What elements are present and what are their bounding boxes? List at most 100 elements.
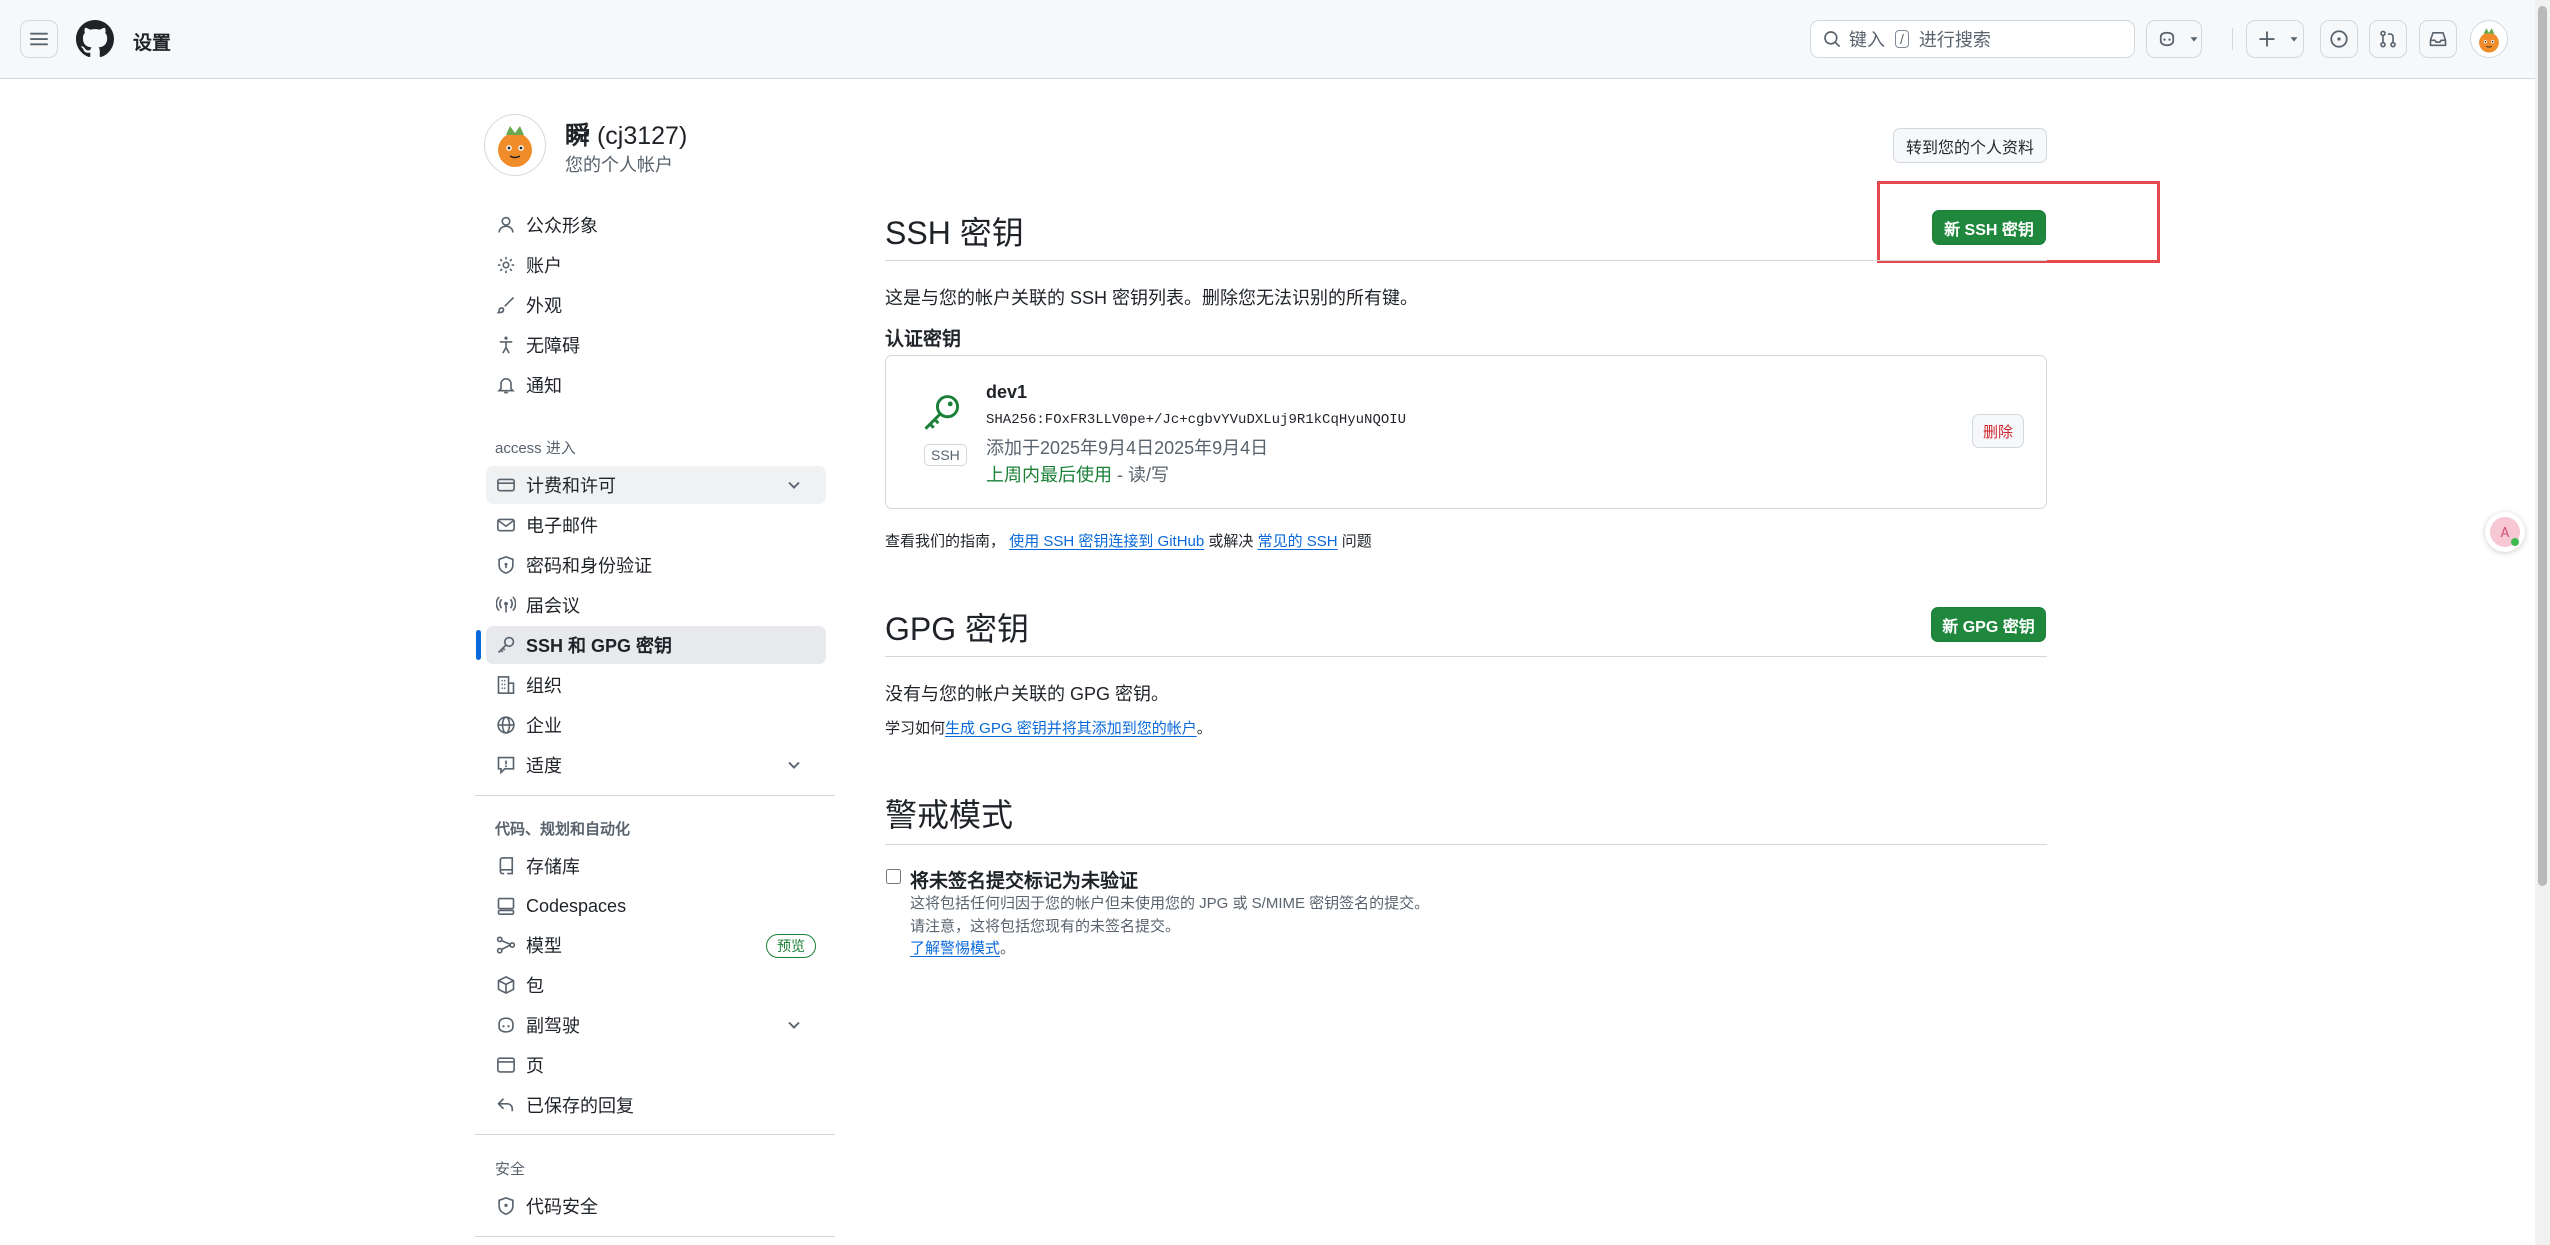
- copilot-icon: [2159, 31, 2175, 47]
- menu-button[interactable]: [20, 20, 58, 58]
- sidebar-item-repositories[interactable]: 存储库: [486, 847, 826, 885]
- guide-connect-ssh-link[interactable]: 使用 SSH 密钥连接到 GitHub: [1009, 533, 1204, 550]
- global-header: 设置 键入 / 进行搜索: [0, 0, 2535, 79]
- chevron-down-icon: [2290, 37, 2298, 42]
- search-icon: [1824, 31, 1840, 47]
- github-logo-icon[interactable]: [76, 20, 114, 58]
- sidebar-divider: [475, 1134, 835, 1135]
- ssh-key-access: - 读/写: [1112, 465, 1169, 485]
- sidebar-item-copilot[interactable]: 副驾驶: [486, 1006, 826, 1044]
- issue-opened-icon: [2330, 30, 2348, 48]
- gpg-learn-text: 学习如何生成 GPG 密钥并将其添加到您的帐户。: [885, 717, 1212, 738]
- ssh-key-last-used: 上周内最后使用: [986, 465, 1112, 485]
- ssh-key-fingerprint: SHA256:FOxFR3LLV0pe+/Jc+cgbvYVuDXLuj9R1k…: [986, 412, 1407, 428]
- header-divider: [2232, 28, 2233, 50]
- ssh-guide-text: 查看我们的指南， 使用 SSH 密钥连接到 GitHub 或解决 常见的 SSH…: [885, 530, 1372, 551]
- codespaces-icon: [497, 897, 515, 915]
- profile-name: 瞬 (cj3127): [565, 116, 687, 152]
- sidebar-item-pages[interactable]: 页: [486, 1046, 826, 1084]
- sidebar-item-label: 外观: [526, 296, 562, 316]
- guide-middle: 或解决: [1208, 533, 1254, 550]
- sidebar-item-saved-replies[interactable]: 已保存的回复: [486, 1086, 826, 1124]
- preview-badge: 预览: [766, 934, 816, 958]
- globe-icon: [497, 716, 515, 734]
- sidebar-item-code-security[interactable]: 代码安全: [486, 1187, 826, 1225]
- new-gpg-key-button[interactable]: 新 GPG 密钥: [1931, 607, 2046, 642]
- sidebar-item-label: 存储库: [526, 857, 580, 877]
- page-scrollbar[interactable]: [2535, 0, 2550, 1245]
- user-avatar-icon[interactable]: [2470, 20, 2508, 58]
- sidebar-item-billing[interactable]: 计费和许可: [486, 466, 826, 504]
- pull-requests-button[interactable]: [2369, 20, 2407, 58]
- copilot-button[interactable]: [2146, 20, 2202, 58]
- section-divider: [885, 656, 2047, 657]
- browser-icon: [497, 1057, 515, 1073]
- sidebar-item-label: 企业: [526, 716, 562, 736]
- git-pull-request-icon: [2380, 30, 2396, 48]
- vigilant-help-1: 这将包括任何归因于您的帐户但未使用您的 JPG 或 S/MIME 密钥签名的提交…: [910, 895, 1430, 912]
- organization-icon: [497, 676, 515, 694]
- sidebar-item-account[interactable]: 账户: [486, 246, 826, 284]
- sidebar-item-password-auth[interactable]: 密码和身份验证: [486, 546, 826, 584]
- svg-text:A: A: [2501, 526, 2510, 541]
- vigilant-learn-text: 了解警惕模式。: [910, 937, 1015, 958]
- sidebar-item-label: 计费和许可: [526, 476, 616, 496]
- person-icon: [498, 216, 514, 233]
- section-divider: [885, 844, 2047, 845]
- section-divider: [885, 260, 2047, 261]
- sidebar-item-ssh-gpg-keys[interactable]: SSH 和 GPG 密钥: [486, 626, 826, 664]
- generate-gpg-key-link[interactable]: 生成 GPG 密钥并将其添加到您的帐户: [945, 720, 1197, 737]
- chevron-down-icon[interactable]: [2187, 32, 2201, 46]
- key-icon: [924, 395, 960, 430]
- copilot-icon: [498, 1017, 514, 1033]
- search-input[interactable]: 键入 / 进行搜索: [1810, 20, 2135, 58]
- sidebar-group-access: access 进入: [495, 440, 576, 457]
- sidebar-item-enterprises[interactable]: 企业: [486, 706, 826, 744]
- sidebar-item-label: 包: [526, 976, 544, 996]
- page-context-title[interactable]: 设置: [133, 28, 171, 55]
- sidebar-item-codespaces[interactable]: Codespaces: [486, 887, 826, 925]
- sidebar-item-label: 账户: [526, 256, 562, 276]
- gpg-keys-title: GPG 密钥: [885, 611, 1030, 647]
- models-icon: [496, 936, 516, 954]
- chevron-down-icon: [788, 481, 800, 489]
- sidebar-item-label: 密码和身份验证: [526, 556, 652, 576]
- shield-lock-icon: [498, 556, 514, 574]
- sidebar-item-emails[interactable]: 电子邮件: [486, 506, 826, 544]
- vigilant-help-2: 请注意，这将包括您现有的未签名提交。: [910, 918, 1181, 935]
- create-new-button[interactable]: [2246, 20, 2304, 58]
- sidebar-divider: [475, 795, 835, 796]
- package-icon: [497, 975, 515, 995]
- ssh-key-usage: 上周内最后使用 - 读/写: [986, 461, 1169, 487]
- guide-common-ssh-link[interactable]: 常见的 SSH: [1258, 533, 1338, 550]
- translate-widget[interactable]: A: [2485, 512, 2525, 552]
- translate-icon: A: [2490, 517, 2520, 547]
- search-placeholder-before: 键入: [1849, 30, 1885, 50]
- profile-avatar-icon: [484, 114, 546, 176]
- gpg-learn-suffix: 。: [1196, 720, 1212, 737]
- sidebar-item-moderation[interactable]: 适度: [486, 746, 826, 784]
- delete-ssh-key-button[interactable]: 删除: [1972, 414, 2024, 448]
- vigilant-learn-suffix: 。: [1000, 940, 1016, 957]
- sidebar-item-sessions[interactable]: 届会议: [486, 586, 826, 624]
- guide-prefix: 查看我们的指南，: [885, 533, 1006, 550]
- inbox-button[interactable]: [2419, 20, 2457, 58]
- sidebar-item-organizations[interactable]: 组织: [486, 666, 826, 704]
- issues-button[interactable]: [2320, 20, 2358, 58]
- sidebar-item-label: 代码安全: [526, 1197, 598, 1217]
- vigilant-mode-checkbox[interactable]: [886, 869, 901, 884]
- sidebar-item-appearance[interactable]: 外观: [486, 286, 826, 324]
- sidebar-item-label: Codespaces: [526, 895, 627, 916]
- vigilant-mode-title: 警戒模式: [885, 797, 1014, 833]
- sidebar-item-accessibility[interactable]: 无障碍: [486, 326, 826, 364]
- learn-vigilant-mode-link[interactable]: 了解警惕模式: [910, 940, 1000, 957]
- sidebar-item-packages[interactable]: 包: [486, 966, 826, 1004]
- hamburger-icon: [30, 32, 48, 46]
- scrollbar-thumb[interactable]: [2538, 6, 2547, 886]
- sidebar-item-models[interactable]: 模型 预览: [486, 926, 826, 964]
- vigilant-checkbox-label[interactable]: 将未签名提交标记为未验证: [910, 866, 1138, 893]
- sidebar-item-public-profile[interactable]: 公众形象: [486, 206, 826, 244]
- sidebar-item-label: 组织: [526, 676, 562, 696]
- sidebar-item-notifications[interactable]: 通知: [486, 366, 826, 404]
- go-to-profile-button[interactable]: 转到您的个人资料: [1893, 128, 2047, 163]
